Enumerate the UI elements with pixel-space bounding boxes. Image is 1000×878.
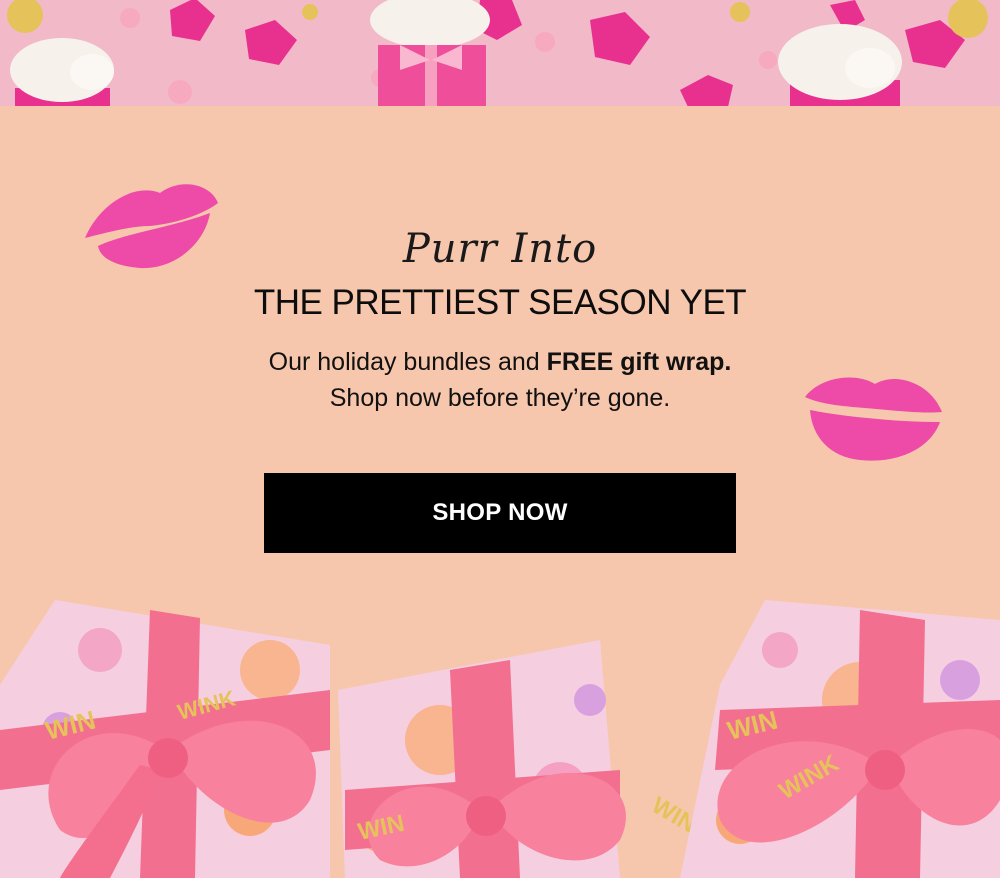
shop-now-button[interactable]: SHOP NOW <box>264 473 736 553</box>
sleeping-cat-icon <box>10 38 114 106</box>
body-line-1: Our holiday bundles and FREE gift wrap. <box>0 344 1000 380</box>
body-text: Our holiday bundles and FREE gift wrap. … <box>0 344 1000 416</box>
gift-boxes-image: WIN WINK WIN WINK WIN WINK <box>0 600 1000 878</box>
body-line-2: Shop now before they’re gone. <box>329 384 671 412</box>
gift-box-icon <box>370 0 490 106</box>
floral-pattern-image <box>0 0 1000 106</box>
main-title: THE PRETTIEST SEASON YET <box>253 283 747 322</box>
gift-box-icon <box>338 640 626 878</box>
body-line-1-text: Our holiday bundles and <box>268 348 547 376</box>
gift-box-icon <box>680 600 1000 878</box>
script-title: Purr Into <box>402 226 598 272</box>
sleeping-cat-icon <box>778 24 902 106</box>
top-floral-banner <box>0 0 1000 106</box>
free-gift-wrap-text: FREE gift wrap. <box>546 348 732 376</box>
